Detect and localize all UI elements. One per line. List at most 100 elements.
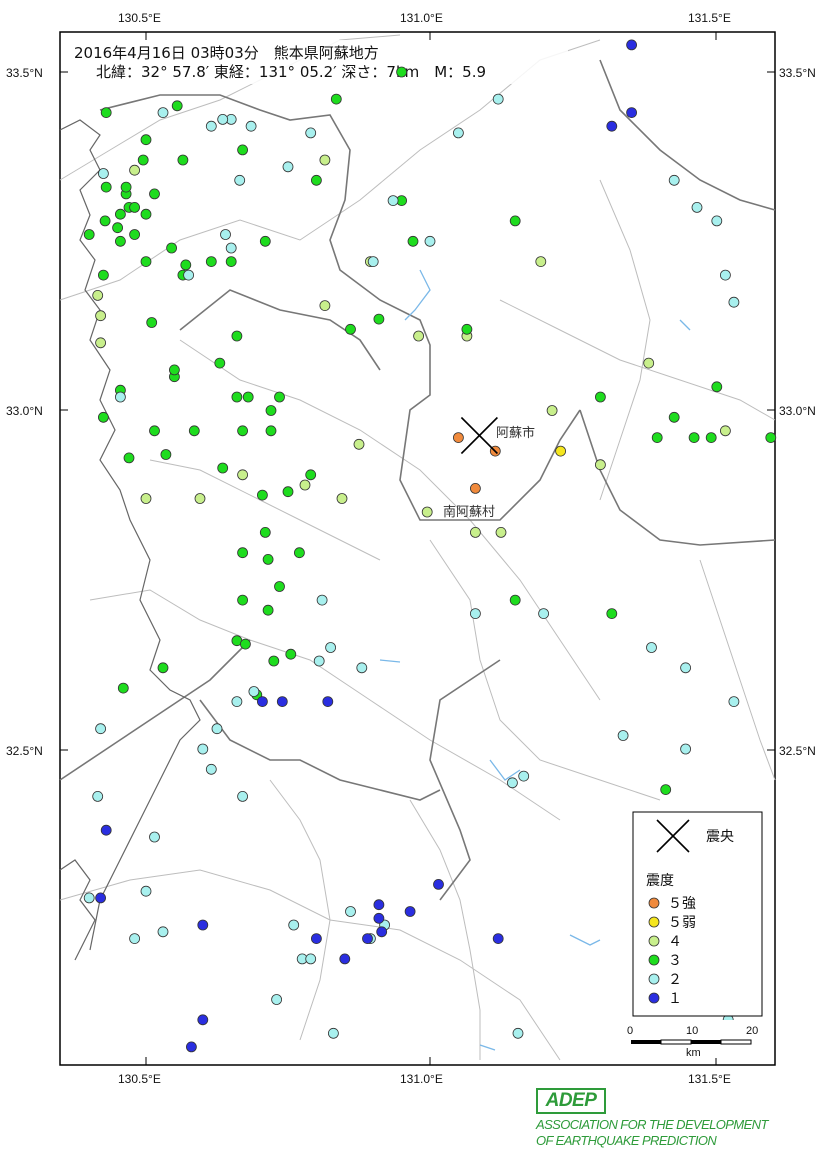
station-marker xyxy=(424,235,436,247)
top-lon-label: 131.0°E xyxy=(400,11,443,25)
station-marker xyxy=(319,154,331,166)
station-marker xyxy=(129,229,141,240)
legend-level-label: ４ xyxy=(668,934,682,950)
station-marker xyxy=(197,1014,209,1026)
station-marker xyxy=(137,154,149,166)
station-marker xyxy=(345,906,356,917)
station-marker xyxy=(157,926,169,938)
station-marker xyxy=(140,493,152,504)
event-details: 北緯：32° 57.8′ 東経：131° 05.2′ 深さ：7km M：5.9 xyxy=(96,63,486,81)
station-marker xyxy=(626,39,637,51)
station-marker xyxy=(239,638,251,650)
legend-level-label: ５強 xyxy=(668,896,696,912)
right-lat-label: 33.0°N xyxy=(779,404,816,418)
station-marker xyxy=(237,594,249,606)
station-marker xyxy=(373,899,385,911)
adep-org-name-line2: OF EARTHQUAKE PREDICTION xyxy=(536,1133,717,1148)
station-marker xyxy=(376,926,388,938)
station-marker xyxy=(680,743,691,755)
station-marker xyxy=(149,831,160,843)
station-marker xyxy=(265,425,277,437)
station-marker xyxy=(237,547,249,559)
station-marker xyxy=(242,391,254,403)
station-marker xyxy=(595,391,606,403)
station-marker xyxy=(546,405,558,416)
place-label-minamiaso: 南阿蘇村 xyxy=(443,504,495,520)
station-marker xyxy=(319,300,331,312)
station-marker xyxy=(157,107,169,118)
station-marker xyxy=(310,174,322,186)
station-marker xyxy=(327,1027,339,1039)
station-marker xyxy=(555,445,566,457)
station-marker xyxy=(720,269,731,281)
station-marker xyxy=(711,215,723,227)
station-marker xyxy=(92,791,104,802)
station-marker xyxy=(217,462,229,474)
station-marker xyxy=(259,235,271,247)
station-marker xyxy=(518,770,530,782)
station-marker xyxy=(680,662,691,674)
legend-swatch xyxy=(648,954,660,966)
station-marker xyxy=(305,127,317,139)
station-marker xyxy=(469,608,481,619)
station-marker xyxy=(259,527,271,538)
station-marker xyxy=(231,330,243,342)
place-label-aso: 阿蘇市 xyxy=(496,425,535,441)
station-marker xyxy=(720,425,731,437)
station-marker xyxy=(660,784,672,795)
left-lat-label: 33.5°N xyxy=(6,66,43,80)
station-marker xyxy=(356,662,368,674)
legend-level-label: ３ xyxy=(668,953,682,969)
station-marker xyxy=(396,66,408,78)
station-marker xyxy=(711,381,723,393)
station-marker xyxy=(256,489,268,501)
seismic-intensity-map: 130.5°E 131.0°E 131.5°E 130.5°E 131.0°E … xyxy=(6,11,816,1086)
station-marker xyxy=(95,723,106,735)
station-marker xyxy=(83,229,95,240)
scale-bar-segment xyxy=(631,1040,661,1044)
legend-epicenter-label: 震央 xyxy=(706,829,734,845)
station-marker xyxy=(180,259,192,271)
legend-swatch xyxy=(648,973,660,985)
station-marker xyxy=(120,181,132,193)
station-marker xyxy=(617,730,629,741)
station-marker xyxy=(205,120,217,132)
station-marker xyxy=(509,594,521,606)
station-marker xyxy=(387,195,399,207)
legend-box xyxy=(632,811,763,1017)
bottom-lon-label: 131.0°E xyxy=(400,1072,443,1086)
station-marker xyxy=(606,120,618,132)
station-marker xyxy=(509,215,521,227)
station-marker xyxy=(345,323,356,335)
left-lat-label: 32.5°N xyxy=(6,744,43,758)
station-marker xyxy=(651,432,663,444)
station-marker xyxy=(336,493,348,504)
station-marker xyxy=(205,763,217,775)
legend-level-label: ２ xyxy=(668,972,682,988)
station-marker xyxy=(185,1041,197,1053)
station-marker xyxy=(535,256,547,268)
station-marker xyxy=(140,885,152,897)
station-marker xyxy=(265,405,277,416)
station-marker xyxy=(262,604,274,616)
station-marker xyxy=(407,235,419,247)
scale-tick-10: 10 xyxy=(686,1025,698,1037)
station-marker xyxy=(129,164,141,176)
station-marker xyxy=(373,912,385,924)
legend: 震央 震度 ５強 ５弱 ４ ３ ２ １ xyxy=(632,811,763,1017)
station-marker xyxy=(123,452,135,464)
station-marker xyxy=(538,608,549,619)
station-marker xyxy=(115,208,126,220)
station-marker xyxy=(285,648,297,660)
scale-bar-segment xyxy=(660,1039,692,1045)
station-marker xyxy=(95,310,106,322)
station-marker xyxy=(115,235,126,247)
station-marker xyxy=(305,469,317,481)
legend-swatch xyxy=(648,897,660,909)
station-marker xyxy=(98,269,109,281)
station-marker xyxy=(245,120,257,132)
station-marker xyxy=(606,608,618,619)
legend-swatch xyxy=(648,916,660,928)
station-marker xyxy=(171,100,183,112)
left-lat-label: 33.0°N xyxy=(6,404,43,418)
